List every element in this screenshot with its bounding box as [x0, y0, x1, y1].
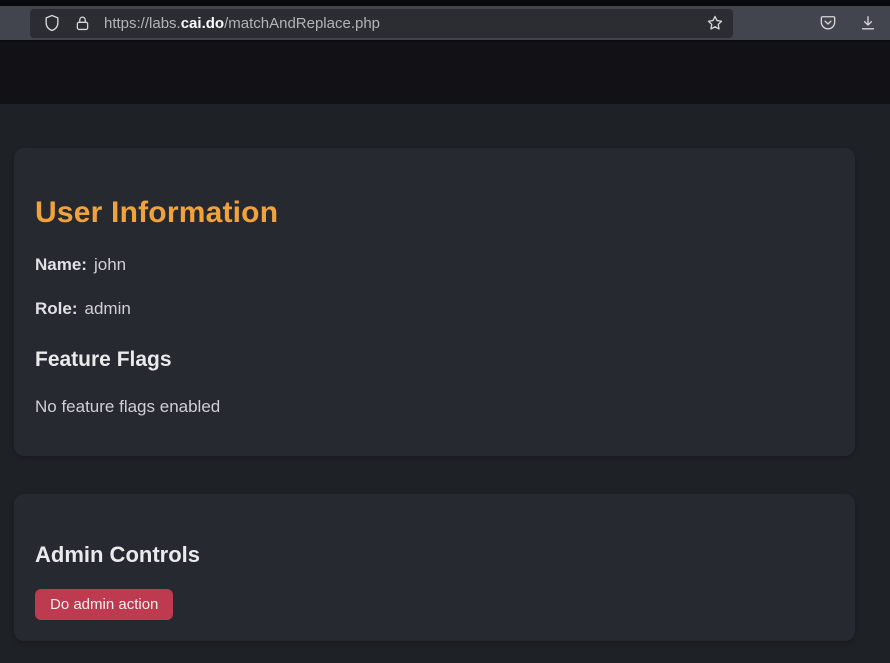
bookmark-star-icon[interactable] [701, 10, 729, 37]
role-field: Role: admin [35, 300, 835, 318]
do-admin-action-button[interactable]: Do admin action [35, 589, 173, 620]
role-value: admin [85, 299, 131, 318]
pocket-icon[interactable] [812, 10, 844, 37]
admin-controls-title: Admin Controls [35, 542, 835, 568]
download-icon[interactable] [852, 10, 884, 37]
admin-controls-card: Admin Controls Do admin action [14, 494, 855, 641]
name-field: Name: john [35, 256, 835, 274]
browser-window: https://labs.cai.do/matchAndReplace.php [0, 0, 890, 663]
url-path: /matchAndReplace.php [224, 15, 380, 32]
name-value: john [94, 255, 126, 274]
feature-flags-empty-text: No feature flags enabled [35, 398, 835, 416]
browser-toolbar: https://labs.cai.do/matchAndReplace.php [0, 6, 890, 42]
page-content: User Information Name: john Role: admin Fe… [0, 104, 890, 663]
feature-flags-title: Feature Flags [35, 348, 835, 372]
role-label: Role: [35, 299, 78, 318]
lock-icon[interactable] [68, 10, 96, 37]
user-information-card: User Information Name: john Role: admin Fe… [14, 148, 855, 456]
page-top-band [0, 42, 890, 104]
user-information-title: User Information [35, 196, 835, 230]
url-bar[interactable]: https://labs.cai.do/matchAndReplace.php [30, 9, 733, 38]
toolbar-right-icons [812, 10, 890, 37]
url-prefix: https://labs. [104, 15, 181, 32]
url-domain: cai.do [181, 15, 224, 32]
tracking-protection-shield-icon[interactable] [38, 10, 66, 37]
name-label: Name: [35, 255, 87, 274]
url-text[interactable]: https://labs.cai.do/matchAndReplace.php [98, 15, 699, 32]
